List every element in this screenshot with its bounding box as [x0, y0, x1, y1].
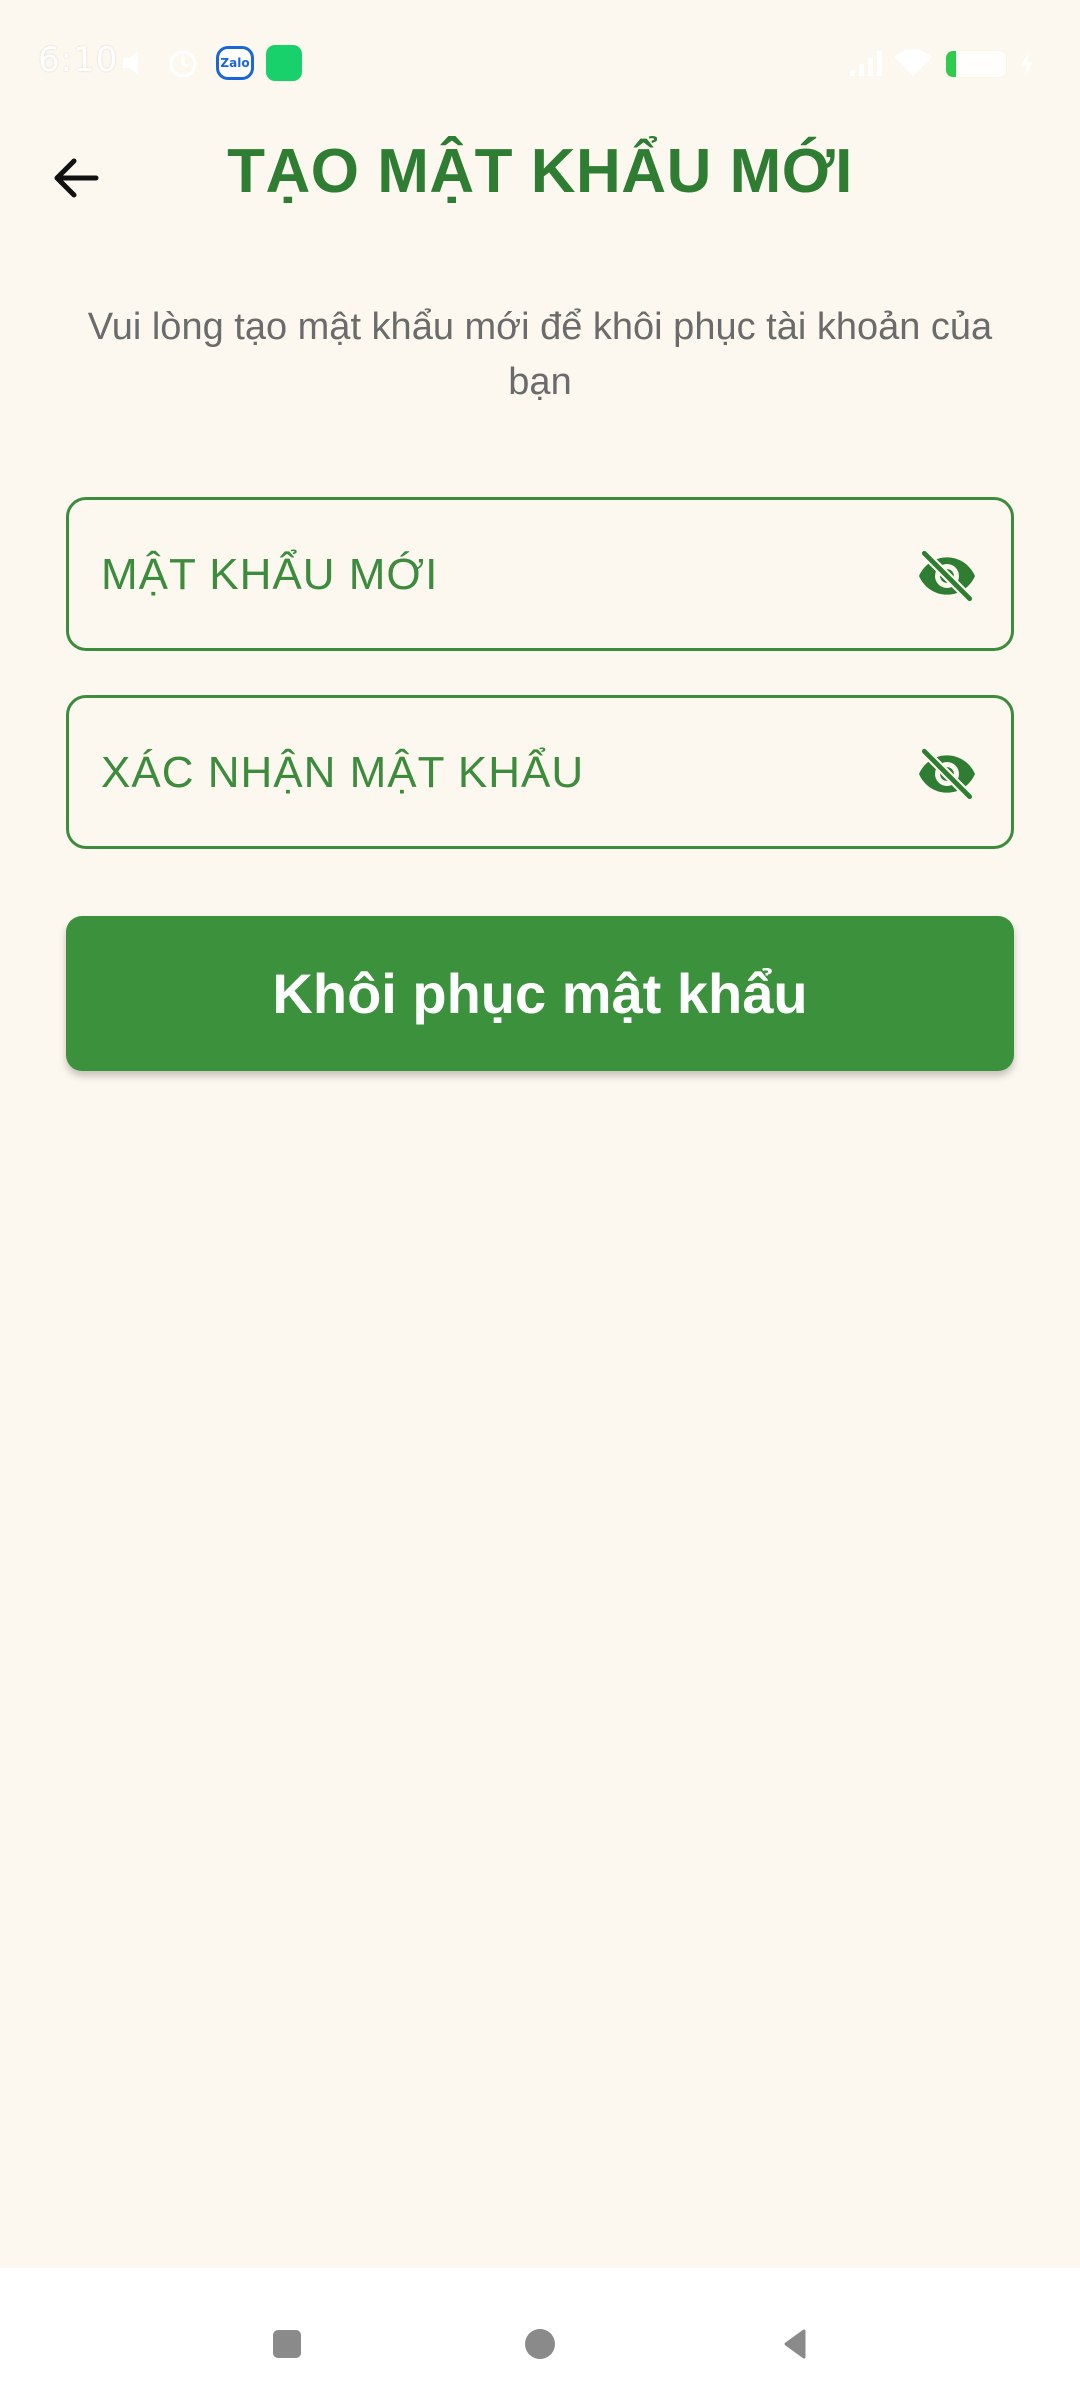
subtitle-text: Vui lòng tạo mật khẩu mới để khôi phục t… [87, 306, 993, 403]
status-bar: 6:10 Zalo [0, 0, 1080, 120]
recover-password-button[interactable]: Khôi phục mật khẩu [66, 916, 1014, 1071]
charging-icon [1018, 50, 1036, 83]
wifi-icon [892, 46, 934, 83]
zalo-app-label: Zalo [220, 56, 250, 70]
app-notification-icon [266, 45, 302, 81]
recent-apps-icon[interactable] [273, 2330, 301, 2358]
back-icon[interactable] [782, 2328, 808, 2360]
zalo-app-icon: Zalo [216, 46, 254, 80]
eye-off-icon[interactable] [915, 544, 979, 608]
home-icon[interactable] [525, 2329, 555, 2359]
system-nav-bar [0, 2268, 1080, 2400]
recover-password-button-label: Khôi phục mật khẩu [272, 962, 808, 1025]
confirm-password-field[interactable]: XÁC NHẬN MẬT KHẨU [66, 695, 1014, 849]
confirm-password-placeholder: XÁC NHẬN MẬT KHẨU [101, 748, 585, 797]
page-title: TẠO MẬT KHẨU MỚI [227, 137, 853, 206]
status-time: 6:10 [38, 40, 119, 80]
volume-icon [120, 47, 154, 84]
battery-level-indicator [946, 51, 956, 77]
eye-off-icon[interactable] [915, 742, 979, 806]
signal-icon [848, 48, 884, 83]
battery-icon [946, 51, 1006, 77]
new-password-field[interactable]: MẬT KHẨU MỚI [66, 497, 1014, 651]
new-password-placeholder: MẬT KHẨU MỚI [101, 550, 439, 599]
alarm-icon [166, 46, 200, 85]
